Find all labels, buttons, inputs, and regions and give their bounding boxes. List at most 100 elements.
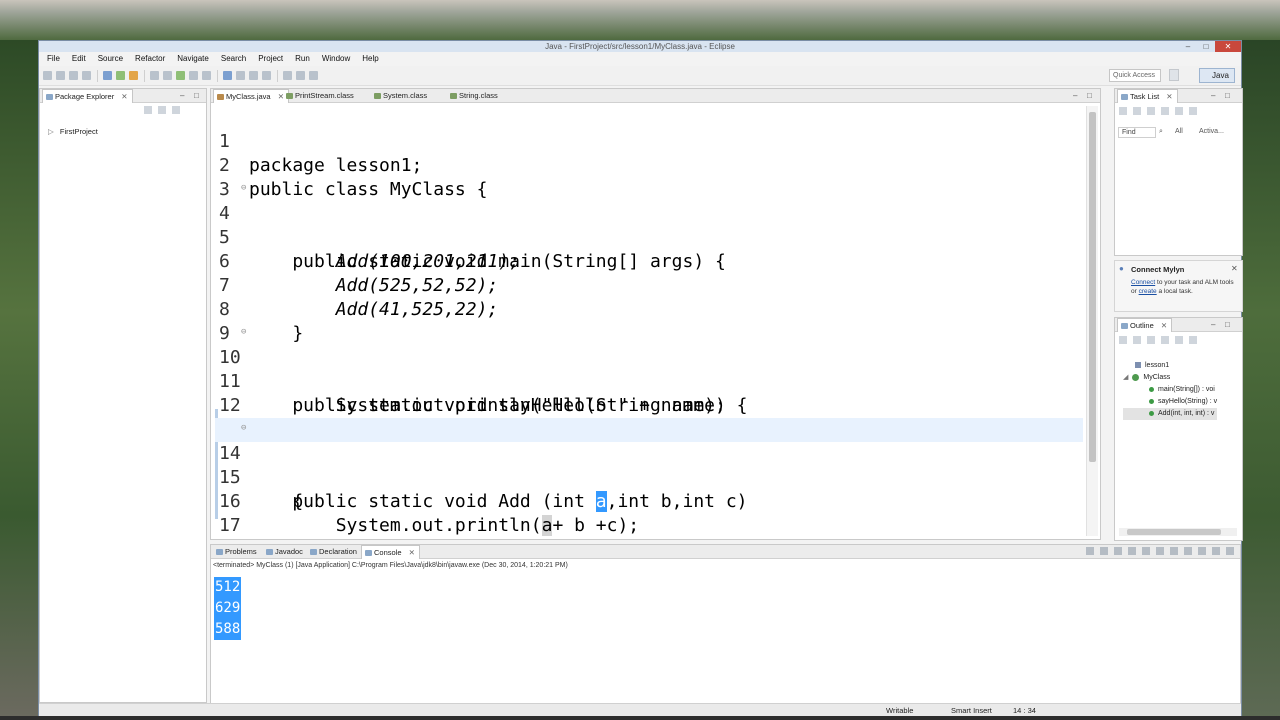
link-with-editor-icon[interactable] (158, 106, 166, 114)
minimize-icon[interactable]: – (1211, 320, 1215, 330)
close-icon[interactable]: ✕ (409, 548, 415, 557)
minimize-icon[interactable] (1212, 547, 1220, 555)
toggle-mark-occurrences-icon[interactable] (223, 71, 232, 80)
maximize-icon[interactable]: □ (194, 91, 199, 101)
save-all-icon[interactable] (69, 71, 78, 80)
tab-system-class[interactable]: System.class (371, 89, 431, 103)
outline-item-method-selected[interactable]: Add(int, int, int) : v (1123, 408, 1218, 420)
scrollbar-thumb[interactable] (1089, 112, 1096, 462)
tab-myclass-java[interactable]: MyClass.java ✕ (213, 89, 289, 103)
code-line[interactable]: 16 System.out.println(a+ b +c); (215, 466, 1083, 536)
collapse-all-icon[interactable] (1119, 336, 1127, 344)
tab-outline[interactable]: Outline ✕ (1117, 318, 1173, 332)
menu-project[interactable]: Project (252, 53, 289, 65)
tab-printstream-class[interactable]: PrintStream.class (283, 89, 358, 103)
editor-vertical-scrollbar[interactable] (1086, 106, 1098, 536)
minimize-icon[interactable]: – (1211, 91, 1215, 101)
outline-item-class[interactable]: ◢ MyClass (1123, 372, 1217, 384)
close-icon[interactable]: ✕ (121, 92, 127, 101)
tree-item-firstproject[interactable]: ▷ FirstProject (48, 127, 98, 136)
close-button[interactable]: ✕ (1215, 41, 1241, 52)
menu-help[interactable]: Help (356, 53, 384, 65)
connect-link[interactable]: Connect (1131, 279, 1155, 286)
sort-icon[interactable] (1133, 336, 1141, 344)
code-line[interactable]: 11 System.out.println("Hello " + name); (215, 346, 1083, 416)
fold-icon[interactable]: ⊖ (241, 320, 246, 344)
tab-problems[interactable]: Problems (213, 545, 261, 559)
run-icon[interactable] (116, 71, 125, 80)
quick-access-field[interactable]: Quick Access (1109, 69, 1161, 82)
display-console-icon[interactable] (1184, 547, 1192, 555)
code-line[interactable]: 4 ⊖ public static void main(String[] arg… (215, 176, 1083, 272)
new-icon[interactable] (43, 71, 52, 80)
code-line[interactable]: 7 Add(41,525,22); (215, 250, 1083, 320)
code-line[interactable]: 15 { (215, 442, 1083, 512)
code-line[interactable]: 17 } (215, 490, 1083, 536)
new-task-icon[interactable] (1119, 107, 1127, 115)
title-bar[interactable]: Java - FirstProject/src/lesson1/MyClass.… (39, 41, 1241, 52)
outline-item-method[interactable]: sayHello(String) : v (1123, 396, 1217, 408)
new-package-icon[interactable] (163, 71, 172, 80)
collapse-all-icon[interactable] (1175, 107, 1183, 115)
hide-static-icon[interactable] (1161, 336, 1169, 344)
maximize-icon[interactable] (1226, 547, 1234, 555)
java-perspective-button[interactable]: Java (1199, 68, 1235, 83)
tab-javadoc[interactable]: Javadoc (263, 545, 307, 559)
hide-completed-icon[interactable] (1161, 107, 1169, 115)
menu-navigate[interactable]: Navigate (171, 53, 215, 65)
hide-fields-icon[interactable] (1147, 336, 1155, 344)
task-find-field[interactable]: Find (1118, 127, 1156, 138)
view-menu-icon[interactable] (1189, 107, 1197, 115)
menu-run[interactable]: Run (289, 53, 316, 65)
outline-horizontal-scrollbar[interactable] (1119, 528, 1237, 536)
tab-package-explorer[interactable]: Package Explorer ✕ (42, 89, 133, 103)
expand-arrow-icon[interactable]: ▷ (48, 127, 54, 136)
code-line[interactable]: 13 (215, 394, 1083, 440)
tab-string-class[interactable]: String.class (447, 89, 502, 103)
code-line[interactable]: 18 (215, 514, 1083, 538)
remove-launch-icon[interactable] (1100, 547, 1108, 555)
print-icon[interactable] (82, 71, 91, 80)
menu-search[interactable]: Search (215, 53, 252, 65)
code-line[interactable]: 2 public class MyClass { (215, 130, 1083, 200)
fold-icon[interactable]: ⊖ (241, 176, 246, 200)
menu-file[interactable]: File (41, 53, 66, 65)
view-menu-icon[interactable] (1189, 336, 1197, 344)
open-console-icon[interactable] (1198, 547, 1206, 555)
categorized-icon[interactable] (1133, 107, 1141, 115)
code-line[interactable]: 6 Add(525,52,52); (215, 226, 1083, 296)
maximize-icon[interactable]: □ (1225, 91, 1230, 101)
maximize-icon[interactable]: □ (1087, 91, 1092, 101)
close-icon[interactable]: ✕ (1166, 92, 1172, 101)
code-area[interactable]: 1 package lesson1; 2 public class MyClas… (215, 106, 1085, 538)
last-edit-icon[interactable] (309, 71, 318, 80)
word-wrap-icon[interactable] (1156, 547, 1164, 555)
minimize-button[interactable]: – (1179, 41, 1197, 52)
external-tools-icon[interactable] (129, 71, 138, 80)
close-icon[interactable]: ✕ (1161, 321, 1167, 330)
code-line[interactable]: 10 ⊖ public static void sayHello(String … (215, 320, 1083, 416)
debug-icon[interactable] (103, 71, 112, 80)
terminate-icon[interactable] (1086, 547, 1094, 555)
next-annotation-icon[interactable] (249, 71, 258, 80)
menu-edit[interactable]: Edit (66, 53, 92, 65)
maximize-icon[interactable]: □ (1225, 320, 1230, 330)
outline-item-method[interactable]: main(String[]) : voi (1123, 384, 1217, 396)
filter-all-link[interactable]: All (1175, 128, 1183, 135)
minimize-icon[interactable]: – (180, 91, 184, 101)
new-java-project-icon[interactable] (150, 71, 159, 80)
search-icon[interactable] (202, 71, 211, 80)
pin-console-icon[interactable] (1170, 547, 1178, 555)
previous-annotation-icon[interactable] (262, 71, 271, 80)
console-output[interactable]: 512 629 588 (214, 577, 242, 640)
current-code-line[interactable]: 14 ⊖ public static void Add (int a,int b… (215, 416, 1083, 512)
code-line[interactable]: 8 } (215, 274, 1083, 344)
back-icon[interactable] (283, 71, 292, 80)
new-class-icon[interactable] (176, 71, 185, 80)
tab-console[interactable]: Console ✕ (361, 545, 420, 559)
hide-nonpublic-icon[interactable] (1175, 336, 1183, 344)
open-perspective-button[interactable] (1169, 69, 1179, 81)
fold-icon[interactable]: ⊖ (241, 416, 246, 440)
scheduled-icon[interactable] (1147, 107, 1155, 115)
minimize-icon[interactable]: – (1073, 91, 1077, 101)
